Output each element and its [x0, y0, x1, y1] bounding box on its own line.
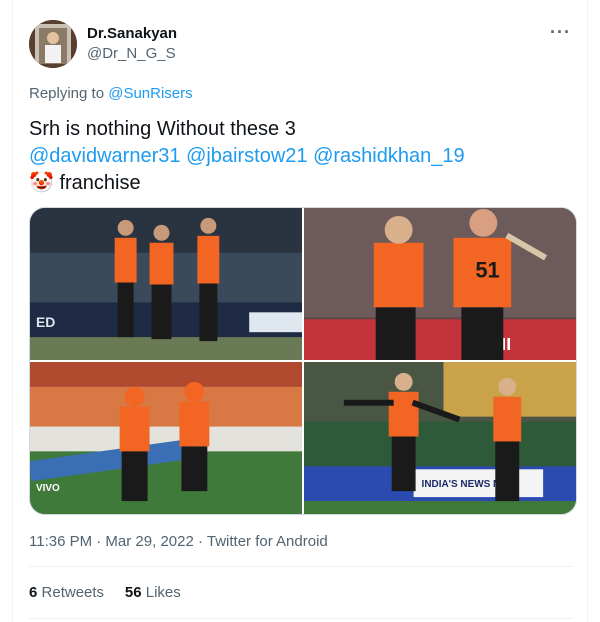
- tweet-text: Srh is nothing Without these 3 @davidwar…: [29, 116, 569, 197]
- tweet-mentions: @davidwarner31 @jbairstow21 @rashidkhan_…: [29, 143, 569, 170]
- mention-link[interactable]: @davidwarner31: [29, 145, 181, 167]
- replying-to-link[interactable]: @SunRisers: [108, 85, 192, 102]
- photo-2-jersey-number: 51: [475, 258, 499, 283]
- mention-link[interactable]: @jbairstow21: [186, 145, 307, 167]
- tweet-timestamp[interactable]: 11:36 PM · Mar 29, 2022 · Twitter for An…: [29, 533, 328, 550]
- divider: [29, 618, 573, 619]
- tweet-line-3-text: franchise: [59, 172, 141, 194]
- retweets-stat[interactable]: 6 Retweets: [29, 584, 104, 601]
- photo-3[interactable]: VIVO: [30, 362, 302, 514]
- tweet-stats: 6 Retweets 56 Likes: [29, 584, 181, 601]
- photo-2[interactable]: AMI 51: [304, 208, 576, 360]
- retweets-label: Retweets: [41, 584, 105, 601]
- replying-to-label: Replying to: [29, 85, 105, 102]
- tweet-card: Dr.Sanakyan @Dr_N_G_S ··· Replying to @S…: [12, 0, 588, 622]
- photo-1[interactable]: ED: [30, 208, 302, 360]
- clown-emoji-icon: 🤡: [29, 172, 54, 194]
- author-handle[interactable]: @Dr_N_G_S: [87, 45, 176, 62]
- photo-3-board-text: VIVO: [36, 483, 60, 494]
- divider: [29, 566, 573, 567]
- media-grid: ED 51 VIVO INDIA'S NEWS NET: [29, 207, 577, 515]
- likes-label: Likes: [145, 584, 181, 601]
- photo-4[interactable]: INDIA'S NEWS NET: [304, 362, 576, 514]
- more-icon[interactable]: ···: [550, 22, 571, 43]
- replying-to: Replying to @SunRisers: [29, 85, 193, 102]
- tweet-line-1: Srh is nothing Without these 3: [29, 118, 296, 140]
- retweets-count: 6: [29, 584, 38, 601]
- likes-stat[interactable]: 56 Likes: [125, 584, 181, 601]
- avatar[interactable]: [29, 20, 77, 68]
- author-name[interactable]: Dr.Sanakyan: [87, 25, 177, 42]
- photo-1-board-text: ED: [36, 314, 55, 330]
- tweet-line-3: 🤡 franchise: [29, 170, 569, 197]
- likes-count: 56: [124, 584, 142, 601]
- mention-link[interactable]: @rashidkhan_19: [313, 145, 465, 167]
